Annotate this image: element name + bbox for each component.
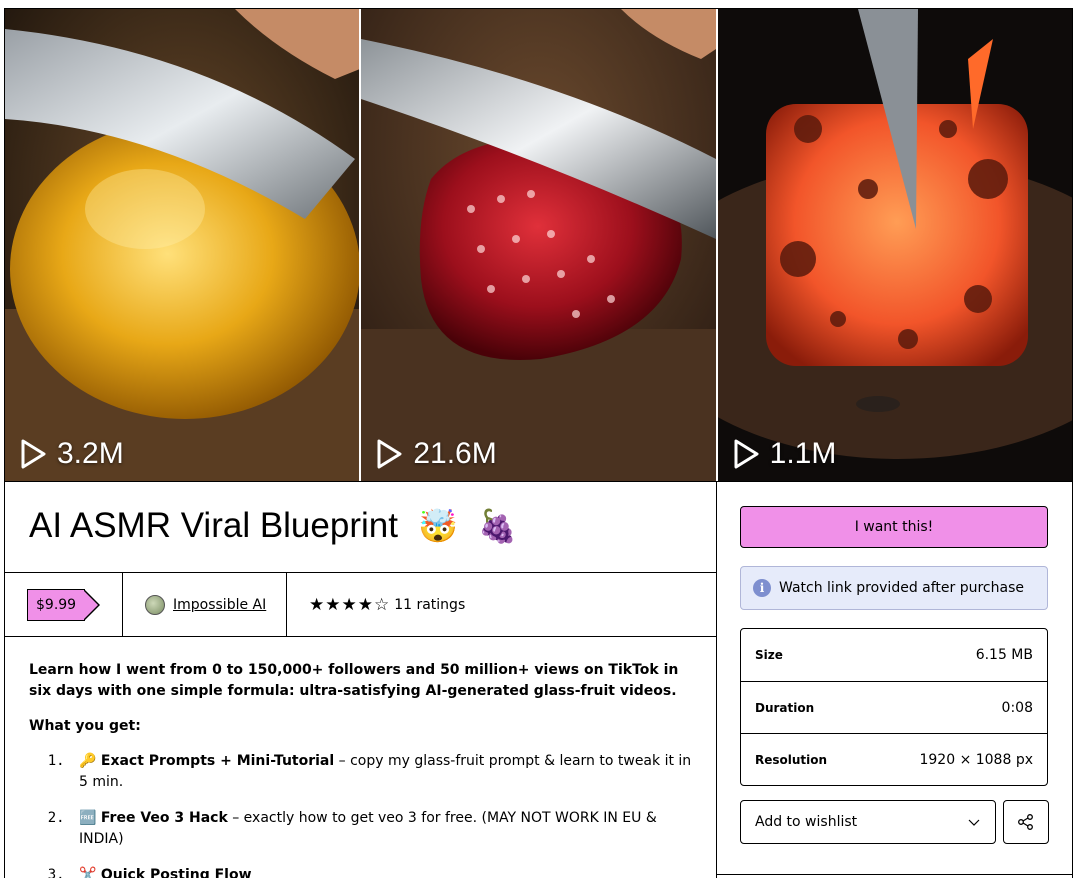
- rating-cell: ★★★★☆ 11 ratings: [287, 573, 465, 636]
- view-count: 21.6M: [375, 437, 497, 471]
- product-meta-bar: $9.99 Impossible AI ★★★★☆ 11 ratings: [5, 572, 716, 637]
- spec-row-size: Size 6.15 MB: [741, 629, 1047, 681]
- spec-key: Resolution: [755, 752, 828, 767]
- spec-key: Size: [755, 648, 783, 662]
- file-specs: Size 6.15 MB Duration 0:08 Resolution 19…: [740, 628, 1048, 786]
- product-title: AI ASMR Viral Blueprint: [29, 506, 398, 545]
- creator-link[interactable]: Impossible AI: [173, 597, 266, 613]
- description-intro: Learn how I went from 0 to 150,000+ foll…: [29, 662, 679, 699]
- buy-button[interactable]: I want this!: [740, 506, 1048, 548]
- view-count-label: 21.6M: [413, 437, 497, 470]
- preview-video-3[interactable]: 1.1M: [715, 9, 1072, 481]
- what-you-get-heading: What you get:: [29, 718, 141, 734]
- info-icon: i: [753, 579, 771, 597]
- play-icon: [377, 439, 402, 469]
- preview-gallery: 3.2M 21.6M 1.1M: [5, 9, 1072, 481]
- spec-value: 6.15 MB: [975, 647, 1033, 663]
- add-to-wishlist-dropdown[interactable]: Add to wishlist: [740, 800, 996, 844]
- view-count-label: 3.2M: [57, 437, 124, 470]
- product-details: AI ASMR Viral Blueprint 🤯 🍇 $9.99 Imposs…: [5, 481, 716, 878]
- sidebar-divider: [717, 874, 1072, 875]
- creator-cell: Impossible AI: [123, 573, 287, 636]
- spec-key: Duration: [755, 700, 815, 715]
- price-cell: $9.99: [5, 573, 123, 636]
- glass-strawberry-image: [361, 9, 716, 481]
- spec-row-duration: Duration 0:08: [741, 681, 1047, 733]
- info-notice: i Watch link provided after purchase: [740, 566, 1048, 610]
- ratings-count: 11 ratings: [394, 596, 466, 613]
- list-item: 🆓 Free Veo 3 Hack – exactly how to get v…: [73, 808, 699, 850]
- info-text: Watch link provided after purchase: [779, 580, 1024, 596]
- product-title-row: AI ASMR Viral Blueprint 🤯 🍇: [29, 506, 518, 546]
- creator-avatar[interactable]: [145, 594, 165, 615]
- wishlist-label: Add to wishlist: [755, 814, 858, 830]
- product-description: Learn how I went from 0 to 150,000+ foll…: [29, 660, 699, 878]
- lava-cube-image: [717, 9, 1072, 481]
- share-button[interactable]: [1003, 800, 1049, 844]
- spec-value: 1920 × 1088 px: [919, 751, 1033, 768]
- list-item-bold: Free Veo 3 Hack: [100, 810, 228, 826]
- list-item-bold: Exact Prompts + Mini-Tutorial: [100, 753, 335, 769]
- spec-row-resolution: Resolution 1920 × 1088 px: [741, 733, 1047, 785]
- price-tag: $9.99: [27, 588, 101, 621]
- view-count-label: 1.1M: [769, 437, 837, 470]
- purchase-sidebar: I want this! i Watch link provided after…: [716, 481, 1072, 878]
- preview-video-1[interactable]: 3.2M: [5, 9, 360, 481]
- exploding-head-emoji: 🤯: [417, 508, 458, 544]
- star-rating-icon: ★★★★☆: [309, 594, 391, 615]
- grapes-emoji: 🍇: [477, 508, 518, 544]
- chevron-down-icon: [968, 819, 980, 826]
- product-page: 3.2M 21.6M 1.1M AI ASMR Viral Blueprint …: [4, 8, 1073, 878]
- share-icon: [1018, 814, 1033, 830]
- view-count: 1.1M: [732, 437, 837, 471]
- view-count: 3.2M: [19, 437, 124, 471]
- key-icon: 🔑: [79, 753, 97, 769]
- spec-value: 0:08: [1001, 699, 1033, 716]
- scissors-icon: ✂️: [79, 867, 97, 878]
- list-item: ✂️ Quick Posting Flow: [73, 865, 699, 878]
- list-item: 🔑 Exact Prompts + Mini-Tutorial – copy m…: [73, 751, 699, 793]
- free-icon: 🆓: [79, 810, 97, 826]
- list-item-bold: Quick Posting Flow: [100, 867, 252, 878]
- preview-video-2[interactable]: 21.6M: [359, 9, 716, 481]
- golden-fruit-image: [5, 9, 360, 481]
- benefits-list: 🔑 Exact Prompts + Mini-Tutorial – copy m…: [29, 751, 699, 878]
- play-icon: [734, 439, 759, 469]
- play-icon: [21, 439, 46, 469]
